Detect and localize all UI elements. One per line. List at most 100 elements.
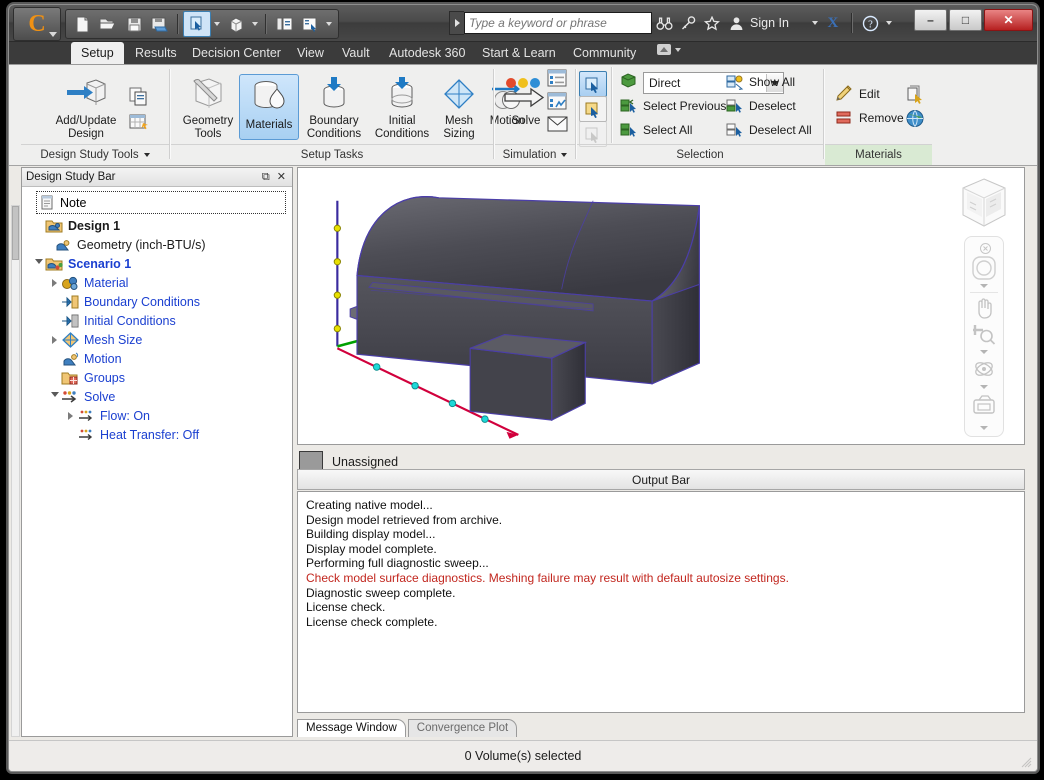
view-cube[interactable] xyxy=(958,176,1010,228)
tree-twisty-expanded[interactable] xyxy=(32,259,45,268)
navbar-more-dropdown[interactable] xyxy=(969,423,999,432)
resize-grip-icon[interactable] xyxy=(1020,756,1032,768)
tree-twisty-collapsed[interactable] xyxy=(64,412,77,420)
tree-twisty-expanded[interactable] xyxy=(48,392,61,401)
design-study-tools-group-label[interactable]: Design Study Tools xyxy=(21,144,169,165)
cube-dropdown[interactable] xyxy=(249,12,261,36)
note-input[interactable]: Note xyxy=(36,191,286,214)
search-expand-arrow[interactable] xyxy=(449,11,464,35)
design-table-button[interactable] xyxy=(129,113,151,133)
tree-item-geometry[interactable]: Geometry (inch-BTU/s) xyxy=(22,235,292,254)
material-database-button[interactable] xyxy=(905,85,927,104)
geometry-tools-button[interactable]: Geometry Tools xyxy=(175,75,241,143)
ribbon-display-options[interactable] xyxy=(657,44,681,55)
orbit-icon[interactable] xyxy=(969,356,999,382)
application-menu-button[interactable]: C xyxy=(13,7,61,41)
select-previous-button[interactable]: Select Previous xyxy=(619,97,726,114)
left-dock-scrollbar[interactable] xyxy=(11,205,20,737)
steering-wheel-icon[interactable] xyxy=(969,255,999,281)
tree-twisty-collapsed[interactable] xyxy=(48,279,61,287)
email-notify-button[interactable] xyxy=(547,115,569,133)
steering-wheel-dropdown[interactable] xyxy=(969,281,999,290)
save-disk-icon[interactable] xyxy=(121,12,147,36)
simulation-group-label[interactable]: Simulation xyxy=(495,144,575,165)
edit-material-button[interactable]: Edit xyxy=(835,85,880,102)
camera-icon[interactable] xyxy=(969,391,999,417)
select-volumes-mode-button[interactable] xyxy=(579,71,607,97)
add-update-design-button[interactable]: Add/Update Design xyxy=(41,77,131,143)
3d-viewport[interactable] xyxy=(297,167,1025,445)
boundary-conditions-button[interactable]: Boundary Conditions xyxy=(299,75,369,143)
save-as-disk-icon[interactable] xyxy=(147,12,173,36)
tree-item-motion[interactable]: Motion xyxy=(22,349,292,368)
clone-design-button[interactable] xyxy=(129,87,149,107)
search-input[interactable] xyxy=(464,12,652,34)
select-cursor-dropdown[interactable] xyxy=(211,12,223,36)
help-dropdown[interactable] xyxy=(883,11,895,35)
key-icon[interactable] xyxy=(676,11,700,35)
tab-view[interactable]: View xyxy=(287,42,334,64)
deselect-all-button[interactable]: Deselect All xyxy=(725,121,812,138)
autodesk-exchange-icon[interactable]: X xyxy=(821,11,845,35)
panel-layout-icon[interactable] xyxy=(271,12,297,36)
new-document-icon[interactable] xyxy=(69,12,95,36)
cube-icon[interactable] xyxy=(223,12,249,36)
zoom-icon[interactable] xyxy=(969,321,999,347)
scrollbar-thumb[interactable] xyxy=(12,206,19,260)
tab-results[interactable]: Results xyxy=(125,42,187,64)
report-select-icon[interactable] xyxy=(297,12,323,36)
select-cursor-icon[interactable] xyxy=(183,11,211,37)
undock-icon[interactable]: ⧉ xyxy=(262,172,270,183)
solve-button[interactable]: Solve xyxy=(499,75,553,130)
pan-hand-icon[interactable] xyxy=(969,295,999,321)
tab-setup[interactable]: Setup xyxy=(71,42,124,64)
tab-autodesk-360[interactable]: Autodesk 360 xyxy=(379,42,475,64)
remove-material-button[interactable]: Remove xyxy=(835,109,904,126)
close-icon[interactable]: ✕ xyxy=(277,172,286,183)
minimize-button[interactable]: – xyxy=(914,9,947,31)
tree-item-boundary-conditions[interactable]: Boundary Conditions xyxy=(22,292,292,311)
tree-item-material[interactable]: Material xyxy=(22,273,292,292)
show-all-button[interactable]: Show All xyxy=(725,73,795,90)
tree-item-design-1[interactable]: Design 1 xyxy=(22,216,292,235)
tree-item-initial-conditions[interactable]: Initial Conditions xyxy=(22,311,292,330)
globe-material-button[interactable] xyxy=(905,109,925,128)
tree-item-scenario-1[interactable]: Scenario 1 xyxy=(22,254,292,273)
message-list[interactable]: Creating native model... Design model re… xyxy=(297,491,1025,713)
star-icon[interactable] xyxy=(700,11,724,35)
orbit-dropdown[interactable] xyxy=(969,382,999,391)
close-button[interactable]: ✕ xyxy=(984,9,1033,31)
mesh-sizing-button[interactable]: Mesh Sizing xyxy=(435,75,483,143)
open-folder-icon[interactable] xyxy=(95,12,121,36)
user-icon[interactable] xyxy=(724,11,748,35)
quick-access-overflow[interactable] xyxy=(323,12,335,36)
tree-twisty-collapsed[interactable] xyxy=(48,336,61,344)
sign-in-button[interactable]: Sign In xyxy=(750,16,789,30)
tab-convergence-plot[interactable]: Convergence Plot xyxy=(408,719,517,737)
help-question-icon[interactable]: ? xyxy=(859,11,883,35)
binoculars-icon[interactable] xyxy=(652,11,676,35)
tab-community[interactable]: Community xyxy=(563,42,646,64)
zoom-dropdown[interactable] xyxy=(969,347,999,356)
tree-item-mesh-size[interactable]: Mesh Size xyxy=(22,330,292,349)
tab-start-and-learn[interactable]: Start & Learn xyxy=(472,42,566,64)
model-canvas[interactable] xyxy=(298,168,1024,444)
tree-item-flow[interactable]: Flow: On xyxy=(22,406,292,425)
tab-decision-center[interactable]: Decision Center xyxy=(182,42,291,64)
tab-vault[interactable]: Vault xyxy=(332,42,380,64)
maximize-button[interactable]: □ xyxy=(949,9,982,31)
initial-conditions-button[interactable]: Initial Conditions xyxy=(367,75,437,143)
select-all-button[interactable]: Select All xyxy=(619,121,692,138)
account-dropdown[interactable] xyxy=(809,11,821,35)
tree-item-solve[interactable]: Solve xyxy=(22,387,292,406)
deselect-button[interactable]: Deselect xyxy=(725,97,796,114)
tab-message-window[interactable]: Message Window xyxy=(297,719,406,737)
add-update-design-icon xyxy=(65,79,107,115)
select-surfaces-mode-button[interactable] xyxy=(579,96,607,122)
tree-item-heat-transfer[interactable]: Heat Transfer: Off xyxy=(22,425,292,444)
navbar-close-icon[interactable] xyxy=(970,241,1000,255)
tree-item-groups[interactable]: Groups xyxy=(22,368,292,387)
materials-button[interactable]: Materials xyxy=(239,74,299,140)
solve-monitor-button[interactable] xyxy=(547,92,569,112)
solve-settings-button[interactable] xyxy=(547,69,569,89)
